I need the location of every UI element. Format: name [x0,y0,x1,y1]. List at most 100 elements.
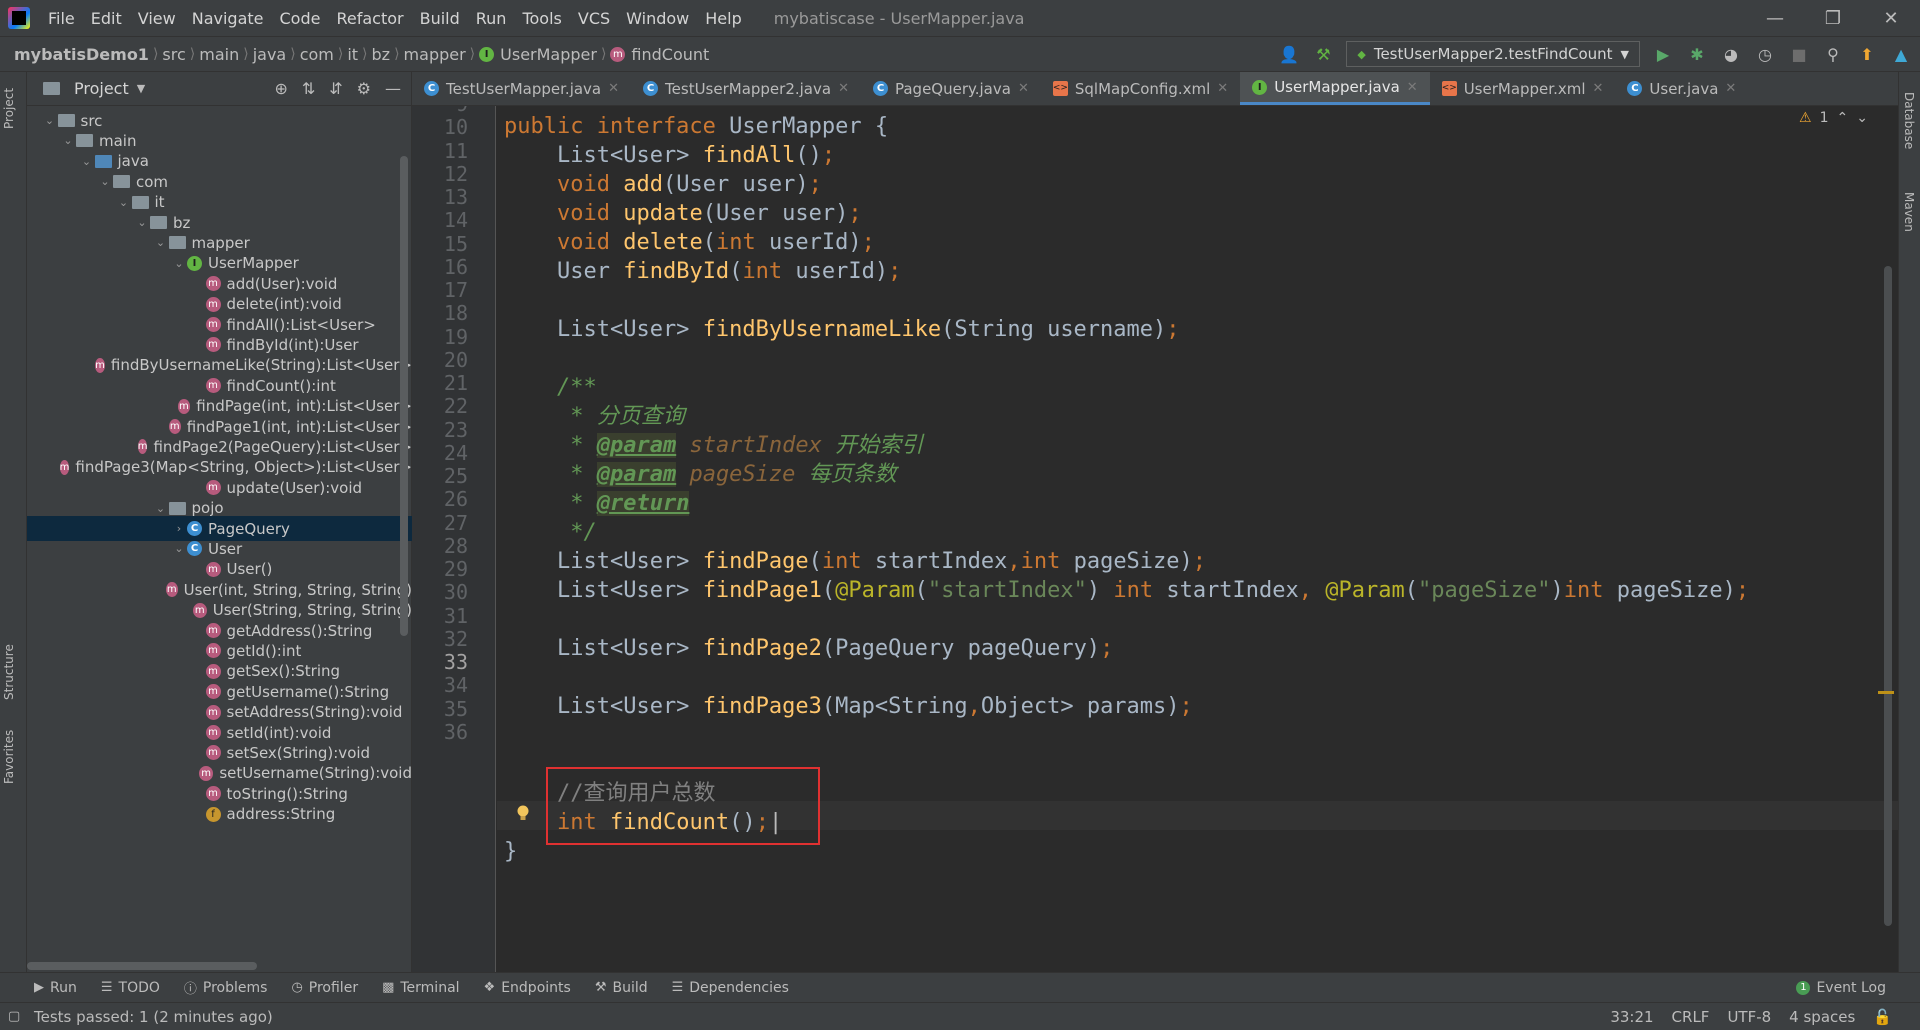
close-icon[interactable]: ✕ [838,81,849,96]
horizontal-scrollbar[interactable] [27,962,257,970]
status-toggle-icon[interactable]: ▢ [8,1009,20,1024]
stop-icon[interactable]: ■ [1788,43,1810,65]
maven-tool-tab[interactable]: Maven [1902,192,1916,252]
code-line-19[interactable]: /** [504,373,597,402]
update-icon[interactable]: ⬆ [1856,43,1878,65]
tool-tab-dependencies[interactable]: ☰ Dependencies [660,980,801,996]
toolbox-icon[interactable]: ▲ [1890,43,1912,65]
menu-tools[interactable]: Tools [514,9,569,28]
tool-tab-endpoints[interactable]: ❖ Endpoints [472,980,583,996]
chevron-down-icon[interactable]: ⌄ [79,155,95,168]
chevron-down-icon[interactable]: ⌄ [116,196,132,209]
menu-navigate[interactable]: Navigate [184,9,272,28]
close-icon[interactable]: ✕ [1593,81,1604,96]
locate-icon[interactable]: ⊕ [274,79,287,98]
tool-tab-terminal[interactable]: ▩ Terminal [370,980,471,996]
tool-tab-problems[interactable]: ⓘ Problems [172,978,280,998]
chevron-down-icon[interactable]: ⌄ [153,502,169,515]
close-icon[interactable]: ✕ [1725,81,1736,96]
run-configuration-select[interactable]: ◆ TestUserMapper2.testFindCount ▼ [1346,41,1640,67]
hammer-build-icon[interactable]: ⚒ [1312,43,1334,65]
code-line-30[interactable]: List<User> findPage3(Map<String,Object> … [504,692,1193,721]
vertical-scrollbar[interactable] [400,156,408,636]
code-line-15[interactable]: User findById(int userId); [504,257,901,286]
caret-position[interactable]: 33:21 [1610,1008,1653,1026]
close-icon[interactable]: ✕ [1217,81,1228,96]
code-line-13[interactable]: void update(User user); [504,199,862,228]
breadcrumb-java[interactable]: java [249,45,291,64]
menu-build[interactable]: Build [412,9,468,28]
breadcrumb-project[interactable]: mybatisDemo1 [0,45,153,64]
tab-usermapper-xml[interactable]: <> UserMapper.xml ✕ [1430,72,1616,105]
tab-testusermapper2[interactable]: C TestUserMapper2.java ✕ [631,72,861,105]
vertical-scrollbar[interactable] [1884,266,1892,926]
code-line-14[interactable]: void delete(int userId); [504,228,875,257]
status-message[interactable]: Tests passed: 1 (2 minutes ago) [0,1008,273,1026]
tool-tab-build[interactable]: ⚒ Build [583,980,660,996]
menu-run[interactable]: Run [468,9,515,28]
user-icon[interactable]: 👤 [1278,43,1300,65]
lock-icon[interactable]: 🔓 [1873,1008,1892,1026]
restore-icon[interactable]: ❐ [1804,0,1862,36]
chevron-right-icon[interactable]: › [171,522,187,535]
gear-icon[interactable]: ⚙ [357,79,371,98]
tab-usermapper-java[interactable]: I UserMapper.java ✕ [1240,72,1430,105]
breadcrumb-main[interactable]: main [195,45,243,64]
menu-view[interactable]: View [130,9,184,28]
search-icon[interactable]: ⚲ [1822,43,1844,65]
menu-code[interactable]: Code [272,9,329,28]
code-line-10[interactable]: public interface UserMapper { [504,112,888,141]
minimize-icon[interactable]: — [1746,0,1804,36]
menu-help[interactable]: Help [697,9,749,28]
code-line-34[interactable]: } [504,837,517,866]
event-log-tab[interactable]: 1 Event Log [1796,980,1920,996]
breadcrumb-findcount[interactable]: m findCount [606,45,713,64]
warning-stripe-marker[interactable] [1878,691,1894,694]
close-window-icon[interactable]: ✕ [1862,0,1920,36]
close-icon[interactable]: ✕ [1018,81,1029,96]
expand-all-icon[interactable]: ⇅ [302,79,315,98]
code-line-26[interactable]: List<User> findPage1(@Param("startIndex"… [504,576,1749,605]
profile-icon[interactable]: ◷ [1754,43,1776,65]
inspection-widget[interactable]: ⚠ 1 ⌃ ⌄ [1799,110,1868,126]
lightbulb-icon[interactable] [516,805,530,823]
run-icon[interactable]: ▶ [1652,43,1674,65]
chevron-down-icon[interactable]: ⌄ [171,542,187,555]
menu-file[interactable]: File [40,9,83,28]
code-line-21[interactable]: * @param startIndex 开始索引 [504,431,923,460]
project-panel-title[interactable]: Project [74,79,129,98]
chevron-down-icon[interactable]: ⌄ [97,175,113,188]
breadcrumb-com[interactable]: com [296,45,338,64]
structure-tool-tab[interactable]: Structure [2,632,24,712]
breadcrumb-mapper[interactable]: mapper [400,45,470,64]
tree-item[interactable]: f address:String [27,802,412,827]
tab-testusermapper[interactable]: C TestUserMapper.java ✕ [412,72,631,105]
code-line-24[interactable]: */ [504,518,597,547]
favorites-tool-tab[interactable]: Favorites [2,722,24,792]
debug-icon[interactable]: ✱ [1686,43,1708,65]
menu-window[interactable]: Window [618,9,697,28]
menu-vcs[interactable]: VCS [570,9,618,28]
close-icon[interactable]: ✕ [608,81,619,96]
tool-tab-profiler[interactable]: ◷ Profiler [279,980,370,996]
code-line-11[interactable]: List<User> findAll(); [504,141,835,170]
tool-tab-run[interactable]: ▶ Run [0,980,89,996]
chevron-down-icon[interactable]: ⌄ [60,134,76,147]
breadcrumb-it[interactable]: it [343,45,362,64]
tab-user-java[interactable]: C User.java ✕ [1615,72,1748,105]
tab-sqlmapconfig[interactable]: <> SqlMapConfig.xml ✕ [1041,72,1240,105]
file-encoding[interactable]: UTF-8 [1727,1008,1771,1026]
code-line-20[interactable]: * 分页查询 [504,402,685,431]
code-editor[interactable]: 9101112131415161718192021222324252627282… [412,106,1898,972]
code-line-22[interactable]: * @param pageSize 每页条数 [504,460,897,489]
chevron-down-icon[interactable]: ⌄ [153,236,169,249]
chevron-down-icon[interactable]: ▼ [137,82,145,95]
code-line-12[interactable]: void add(User user); [504,170,822,199]
code-line-28[interactable]: List<User> findPage2(PageQuery pageQuery… [504,634,1113,663]
project-tool-tab[interactable]: Project [2,78,24,138]
database-tool-tab[interactable]: Database [1902,92,1916,172]
breadcrumb-bz[interactable]: bz [368,45,395,64]
indent-setting[interactable]: 4 spaces [1789,1008,1855,1026]
breadcrumb-usermapper[interactable]: I UserMapper [475,45,601,64]
line-separator[interactable]: CRLF [1672,1008,1710,1026]
